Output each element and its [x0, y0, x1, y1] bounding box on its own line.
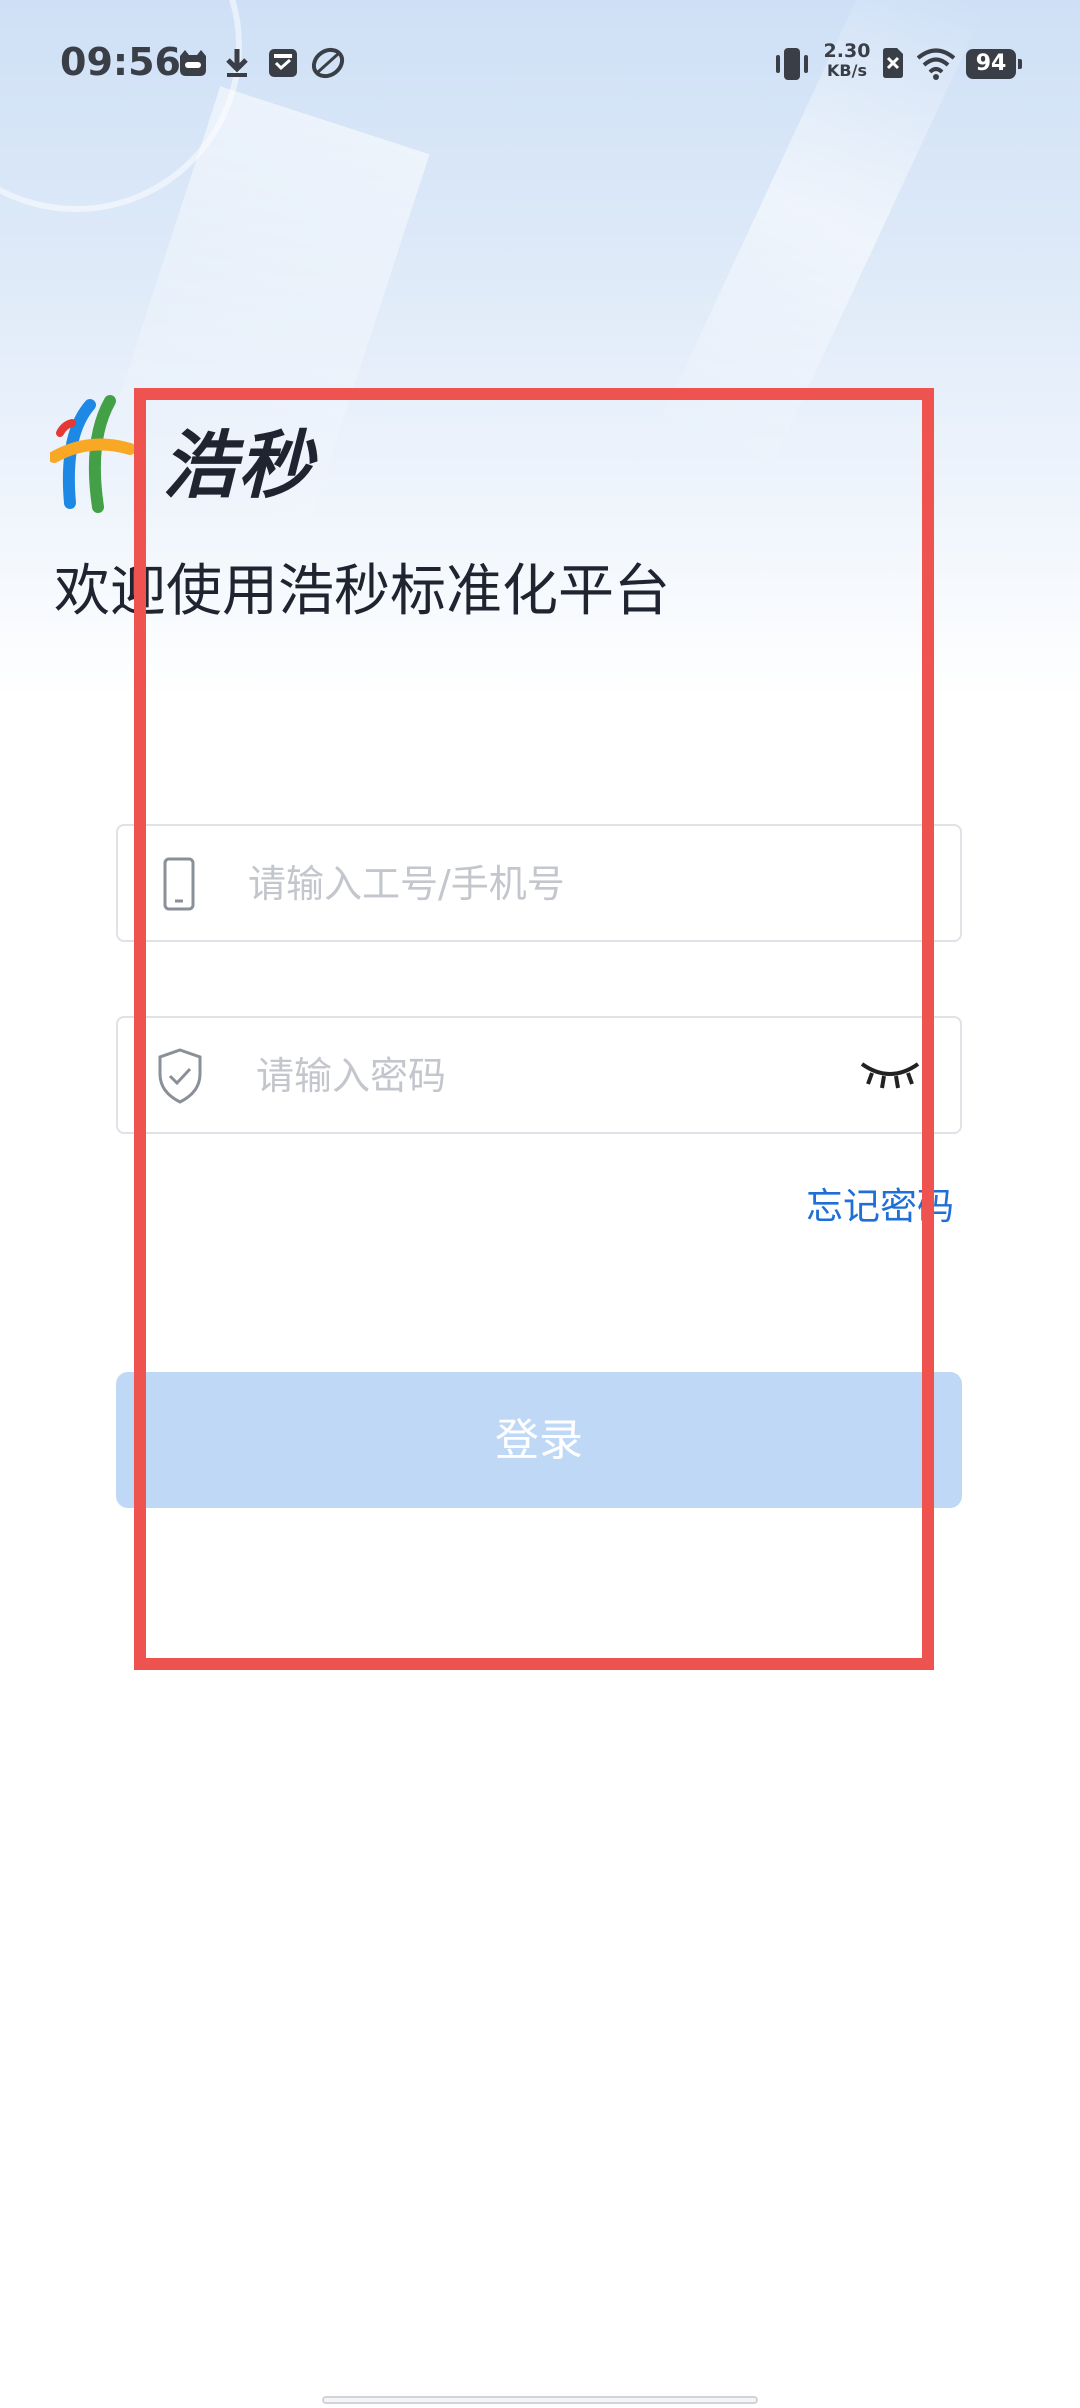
battery-indicator: 94 [966, 49, 1022, 79]
net-speed-unit: KB/s [827, 61, 867, 80]
brand-name: 浩秒 [162, 423, 314, 509]
shield-check-icon [158, 1048, 202, 1104]
wifi-icon [916, 48, 956, 80]
inbox-icon [269, 49, 297, 77]
status-time: 09:56 [60, 40, 181, 84]
home-indicator[interactable] [322, 2396, 758, 2404]
eye-closed-icon[interactable] [858, 1054, 922, 1094]
leaf-app-icon [311, 47, 345, 79]
cat-app-icon [180, 50, 206, 76]
net-speed: 2.30 KB/s [822, 40, 872, 81]
download-icon [226, 49, 248, 77]
net-speed-value: 2.30 [823, 40, 871, 62]
brand-logo-icon [50, 395, 134, 513]
status-bar: 09:56 2.30 KB/s 94 [0, 0, 1080, 130]
password-field[interactable] [116, 1016, 962, 1134]
phone-icon [163, 857, 195, 911]
password-input[interactable] [254, 1042, 818, 1110]
vibrate-icon [776, 48, 808, 80]
welcome-title: 欢迎使用浩秒标准化平台 [54, 559, 670, 624]
account-input[interactable] [246, 850, 810, 918]
no-sim-icon [883, 48, 903, 78]
forgot-password-link[interactable]: 忘记密码 [806, 1176, 954, 1230]
account-field[interactable] [116, 824, 962, 942]
login-button[interactable]: 登录 [116, 1372, 962, 1508]
